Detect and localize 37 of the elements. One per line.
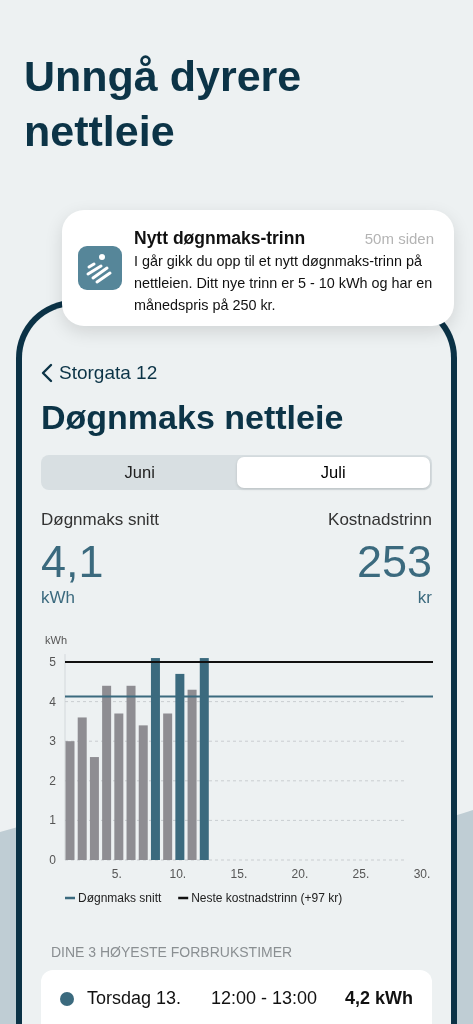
legend-label: Døgnmaks snitt	[78, 891, 162, 905]
time-range: 12:00 - 13:00	[211, 988, 319, 1009]
section-heading: DINE 3 HØYESTE FORBRUKSTIMER	[51, 944, 294, 960]
month-tab[interactable]: Juni	[43, 457, 237, 488]
axis-label: kWh	[45, 634, 67, 646]
axis-tick-label: 10.	[169, 867, 187, 881]
axis-tick-label: 5.	[111, 867, 122, 881]
axis-tick-label: 5	[49, 655, 56, 669]
axis-tick-label: 2	[49, 773, 56, 788]
axis-tick-label: 15.	[230, 867, 248, 881]
app-logo-icon	[78, 246, 122, 290]
stat-value: 4,1	[41, 536, 104, 588]
headline: Unngå dyrere nettleie	[24, 51, 303, 157]
notification-title: Nytt døgnmaks-trinn	[134, 228, 306, 249]
back-chevron-icon	[41, 363, 53, 383]
page-title: Døgnmaks nettleie	[41, 398, 345, 437]
axis-tick-label: 0	[49, 853, 56, 867]
notification-time: 50m siden	[364, 230, 434, 247]
axis-tick-label: 25.	[352, 867, 370, 881]
stat-unit: kWh	[41, 588, 75, 608]
usage-value: 4,2 kWh	[344, 988, 413, 1009]
legend-swatch	[178, 896, 189, 900]
axis-tick-label: 30.	[413, 867, 431, 881]
axis-tick-label: 1	[49, 813, 56, 828]
notification-body: I går gikk du opp til et nytt døgnmaks-trinn på nettleien. Ditt nye trinn er 5 - 10 kWh og har en månedspris på 250 kr.	[134, 252, 434, 315]
axis-tick-label: 3	[49, 734, 56, 749]
axis-tick-label: 4	[49, 694, 56, 709]
day-label: Torsdag 13.	[87, 988, 183, 1009]
stat-label: Kostnadstrinn	[328, 510, 432, 530]
month-tab[interactable]: Juli	[236, 457, 430, 488]
legend-label: Neste kostnadstrinn (+97 kr)	[191, 891, 343, 905]
stat-value: 253	[356, 536, 432, 588]
back-button[interactable]: Storgata 12	[41, 362, 158, 384]
legend-swatch	[65, 896, 75, 900]
axis-tick-label: 20.	[291, 867, 309, 881]
stat-label: Døgnmaks snitt	[41, 510, 160, 530]
stat-unit: kr	[417, 588, 432, 608]
